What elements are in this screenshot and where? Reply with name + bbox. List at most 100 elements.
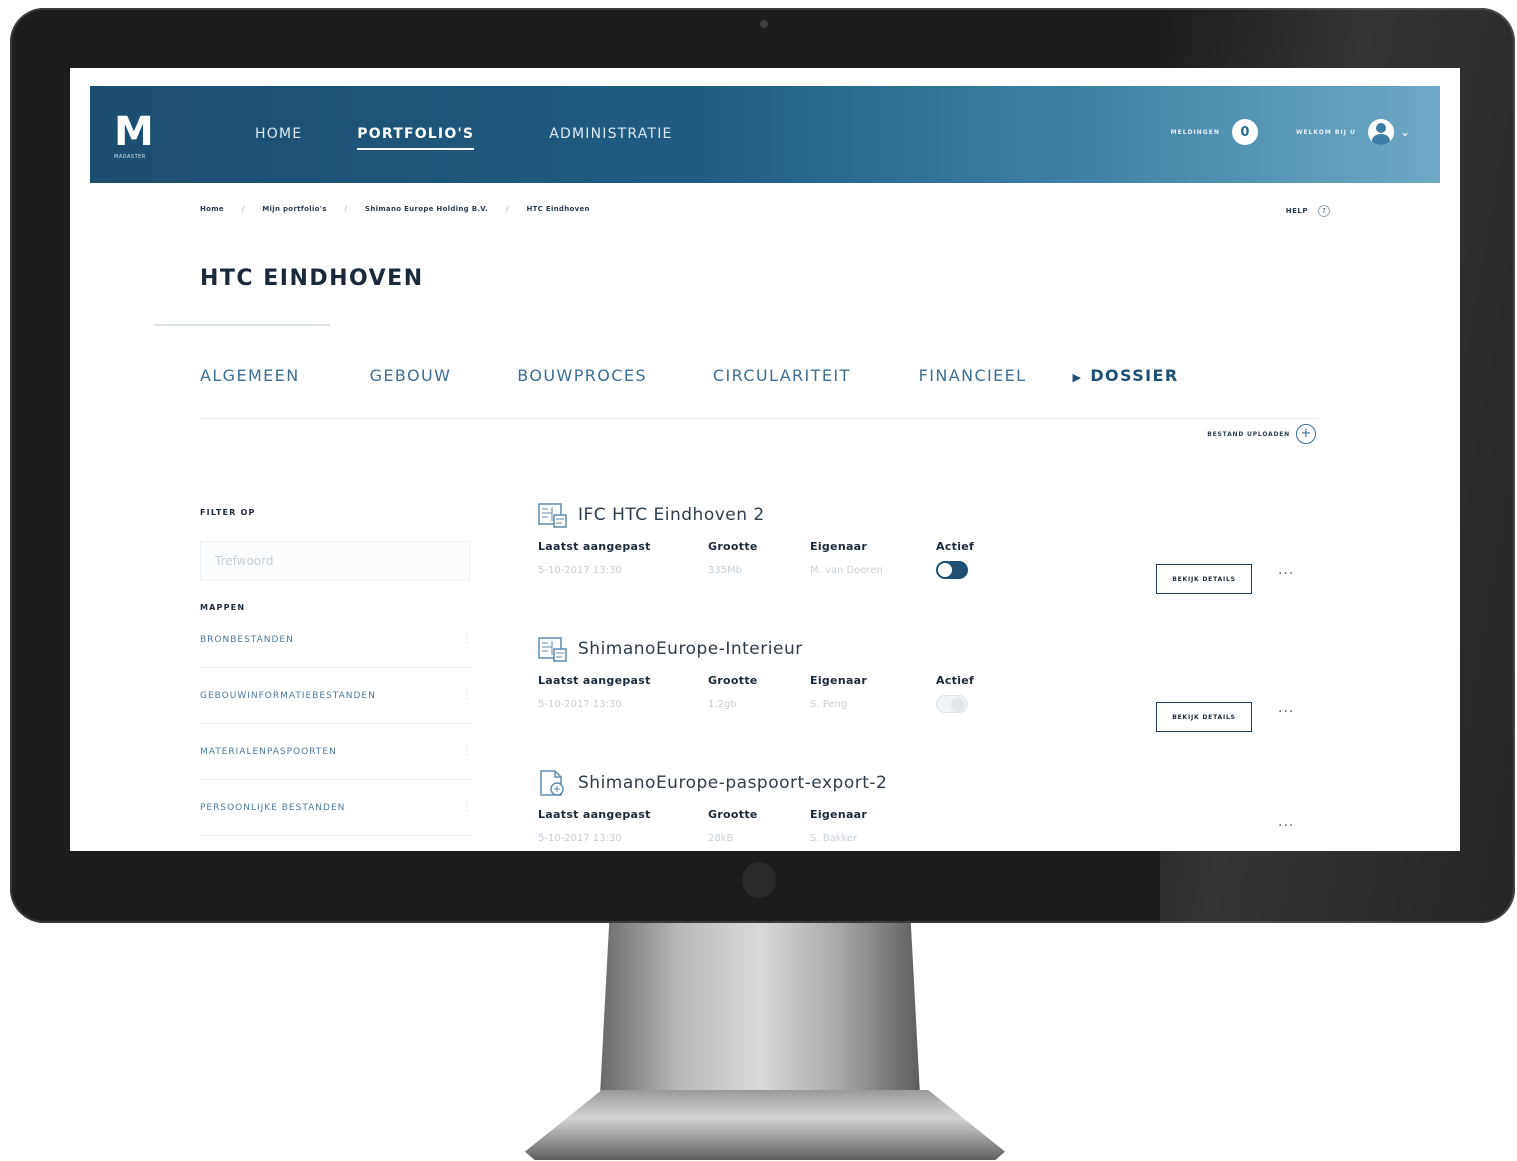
active-label: Actief	[936, 540, 975, 553]
folder-item-bronbestanden[interactable]: BRONBESTANDEN ⋮	[200, 612, 472, 668]
nav-home[interactable]: HOME	[255, 126, 302, 150]
tab-financieel[interactable]: FINANCIEEL	[919, 366, 1027, 385]
owner-label: Eigenaar	[810, 808, 868, 821]
folder-item-materialenpaspoorten[interactable]: MATERIALENPASPOORTEN ⋮	[200, 724, 472, 780]
model-file-icon	[538, 503, 567, 528]
file-header: ShimanoEurope-paspoort-export-2	[536, 770, 1326, 796]
filter-heading: FILTER OP	[200, 508, 256, 517]
file-row: ShimanoEurope-paspoort-export-2 Laatst a…	[536, 770, 1326, 851]
tab-bouwproces[interactable]: BOUWPROCES	[517, 366, 647, 385]
modified-value: 5-10-2017 13:30	[538, 833, 622, 844]
question-icon[interactable]: ?	[1318, 205, 1330, 217]
size-column: Grootte 1,2gb	[708, 674, 810, 713]
owner-label: Eigenaar	[810, 674, 868, 687]
nav-administratie[interactable]: ADMINISTRATIE	[549, 126, 672, 150]
file-header: IFC HTC Eindhoven 2	[536, 502, 1326, 528]
breadcrumb: Home / Mijn portfolio's / Shimano Europe…	[200, 205, 590, 213]
madaster-logo[interactable]: M MADASTER	[114, 112, 164, 160]
logo-subtext: MADASTER	[114, 154, 146, 160]
folder-label: PERSOONLIJKE BESTANDEN	[200, 802, 346, 813]
file-meta: Laatst aangepast 5-10-2017 13:30 Grootte…	[538, 808, 1326, 844]
kebab-icon[interactable]: ⋮	[462, 802, 472, 813]
modified-label: Laatst aangepast	[538, 540, 651, 553]
active-toggle[interactable]	[936, 561, 968, 579]
more-options-icon[interactable]: ···	[1278, 704, 1294, 720]
tab-circulariteit[interactable]: CIRCULARITEIT	[713, 366, 851, 385]
folder-label: GEBOUWINFORMATIEBESTANDEN	[200, 690, 376, 701]
owner-value: M. van Dooren	[810, 565, 883, 576]
file-name[interactable]: IFC HTC Eindhoven 2	[578, 505, 765, 525]
file-list: IFC HTC Eindhoven 2 Laatst aangepast 5-1…	[536, 502, 1326, 851]
active-column: Actief	[936, 540, 1016, 579]
file-name[interactable]: ShimanoEurope-Interieur	[578, 639, 803, 659]
size-label: Grootte	[708, 540, 758, 553]
more-options-icon[interactable]: ···	[1278, 818, 1294, 834]
modified-value: 5-10-2017 13:30	[538, 699, 622, 710]
active-column: Actief	[936, 674, 1016, 713]
document-file-icon	[540, 770, 564, 796]
owner-column: Eigenaar S. Bakker	[810, 808, 936, 844]
chevron-down-icon[interactable]: ⌄	[1400, 125, 1410, 139]
folder-item-persoonlijke[interactable]: PERSOONLIJKE BESTANDEN ⋮	[200, 780, 472, 836]
owner-value: S. Peng	[810, 699, 848, 710]
modified-label: Laatst aangepast	[538, 808, 651, 821]
file-row: IFC HTC Eindhoven 2 Laatst aangepast 5-1…	[536, 502, 1326, 636]
modified-label: Laatst aangepast	[538, 674, 651, 687]
help-label[interactable]: HELP	[1286, 207, 1308, 215]
active-toggle[interactable]	[936, 695, 968, 713]
filter-sidebar: FILTER OP MAPPEN BRONBESTANDEN ⋮ GEBOUWI…	[200, 508, 472, 836]
notifications-label[interactable]: MELDINGEN	[1171, 129, 1220, 136]
owner-label: Eigenaar	[810, 540, 868, 553]
size-value: 1,2gb	[708, 699, 737, 710]
search-input[interactable]	[200, 541, 470, 581]
modified-column: Laatst aangepast 5-10-2017 13:30	[538, 674, 708, 713]
file-header: ShimanoEurope-Interieur	[536, 636, 1326, 662]
owner-value: S. Bakker	[810, 833, 858, 844]
modified-column: Laatst aangepast 5-10-2017 13:30	[538, 540, 708, 579]
page-title: HTC EINDHOVEN	[200, 266, 424, 291]
nav-portfolios[interactable]: PORTFOLIO'S	[357, 126, 475, 150]
view-details-button[interactable]: BEKIJK DETAILS	[1156, 564, 1252, 594]
top-navigation-bar: M MADASTER HOME PORTFOLIO'S ADMINISTRATI…	[90, 86, 1440, 183]
file-name[interactable]: ShimanoEurope-paspoort-export-2	[578, 773, 887, 793]
tab-gebouw[interactable]: GEBOUW	[370, 366, 452, 385]
breadcrumb-separator: /	[344, 205, 348, 213]
title-divider	[154, 324, 330, 326]
size-column: Grootte 28kB	[708, 808, 810, 844]
size-value: 28kB	[708, 833, 734, 844]
file-row: ShimanoEurope-Interieur Laatst aangepast…	[536, 636, 1326, 770]
caret-right-icon: ▶	[1072, 371, 1083, 384]
modified-value: 5-10-2017 13:30	[538, 565, 622, 576]
user-label[interactable]: WELKOM BIJ U	[1296, 129, 1356, 136]
tab-dossier-label: DOSSIER	[1090, 366, 1179, 385]
main-nav: HOME PORTFOLIO'S ADMINISTRATIE	[255, 126, 673, 150]
tab-dossier[interactable]: ▶ DOSSIER	[1072, 366, 1178, 385]
kebab-icon[interactable]: ⋮	[462, 746, 472, 757]
tab-algemeen[interactable]: ALGEMEEN	[200, 366, 300, 385]
folder-label: BRONBESTANDEN	[200, 634, 294, 645]
view-details-button[interactable]: BEKIJK DETAILS	[1156, 702, 1252, 732]
upload-icon[interactable]: +	[1296, 424, 1316, 444]
more-options-icon[interactable]: ···	[1278, 566, 1294, 582]
folder-label: MATERIALENPASPOORTEN	[200, 746, 337, 757]
tabs-divider	[200, 418, 1318, 419]
breadcrumb-current: HTC Eindhoven	[526, 205, 590, 213]
logo-mark: M	[114, 109, 154, 155]
model-file-icon	[538, 637, 567, 662]
monitor-stand-neck	[600, 915, 920, 1095]
kebab-icon[interactable]: ⋮	[462, 690, 472, 701]
size-value: 335Mb	[708, 565, 743, 576]
breadcrumb-home[interactable]: Home	[200, 205, 224, 213]
camera-icon	[760, 20, 768, 28]
breadcrumb-portfolio[interactable]: Shimano Europe Holding B.V.	[365, 205, 488, 213]
folder-item-gebouwinformatie[interactable]: GEBOUWINFORMATIEBESTANDEN ⋮	[200, 668, 472, 724]
avatar[interactable]	[1367, 119, 1394, 145]
upload-button[interactable]: BESTAND UPLOADEN +	[1207, 424, 1316, 444]
kebab-icon[interactable]: ⋮	[462, 634, 472, 645]
notifications-badge[interactable]: 0	[1231, 119, 1258, 145]
breadcrumb-portfolios[interactable]: Mijn portfolio's	[262, 205, 326, 213]
header-actions: MELDINGEN 0 WELKOM BIJ U ⌄	[1171, 119, 1410, 145]
size-label: Grootte	[708, 808, 758, 821]
upload-label: BESTAND UPLOADEN	[1207, 430, 1290, 438]
help-link[interactable]: HELP ?	[1286, 205, 1330, 217]
